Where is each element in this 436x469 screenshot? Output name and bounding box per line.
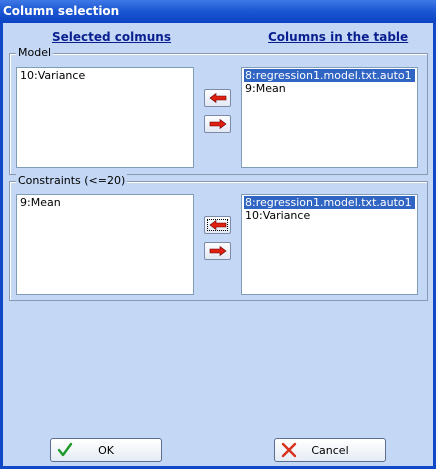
left-arrow-icon: [209, 93, 226, 103]
model-available-list[interactable]: 8:regression1.model.txt.auto1 9:Mean: [241, 67, 418, 168]
available-columns-header: Columns in the table: [268, 30, 409, 44]
constraints-remove-button[interactable]: [204, 242, 231, 260]
constraints-available-list[interactable]: 8:regression1.model.txt.auto1 10:Varianc…: [241, 194, 418, 295]
list-item[interactable]: 10:Variance: [244, 209, 415, 222]
selected-columns-header: Selected colmuns: [52, 30, 171, 44]
constraints-group-label: Constraints (<=20): [16, 174, 128, 187]
constraints-selected-list[interactable]: 9:Mean: [16, 194, 194, 295]
model-group-label: Model: [16, 46, 54, 59]
list-item[interactable]: 8:regression1.model.txt.auto1: [244, 69, 415, 82]
ok-button[interactable]: OK: [50, 438, 162, 462]
right-arrow-icon: [209, 119, 226, 129]
left-arrow-icon: [209, 220, 226, 230]
list-item[interactable]: 8:regression1.model.txt.auto1: [244, 196, 415, 209]
cancel-button[interactable]: Cancel: [274, 438, 386, 462]
list-item[interactable]: 10:Variance: [19, 69, 191, 82]
right-arrow-icon: [209, 246, 226, 256]
model-remove-button[interactable]: [204, 115, 231, 133]
constraints-add-button[interactable]: [204, 216, 231, 234]
model-add-button[interactable]: [204, 89, 231, 107]
window-frame-left: [0, 23, 3, 469]
ok-button-label: OK: [98, 444, 114, 457]
column-selection-dialog: Column selection Selected colmuns Column…: [0, 0, 436, 469]
model-selected-list[interactable]: 10:Variance: [16, 67, 194, 168]
window-title: Column selection: [0, 0, 436, 23]
cancel-button-label: Cancel: [311, 444, 349, 457]
list-item[interactable]: 9:Mean: [19, 196, 191, 209]
list-item[interactable]: 9:Mean: [244, 82, 415, 95]
